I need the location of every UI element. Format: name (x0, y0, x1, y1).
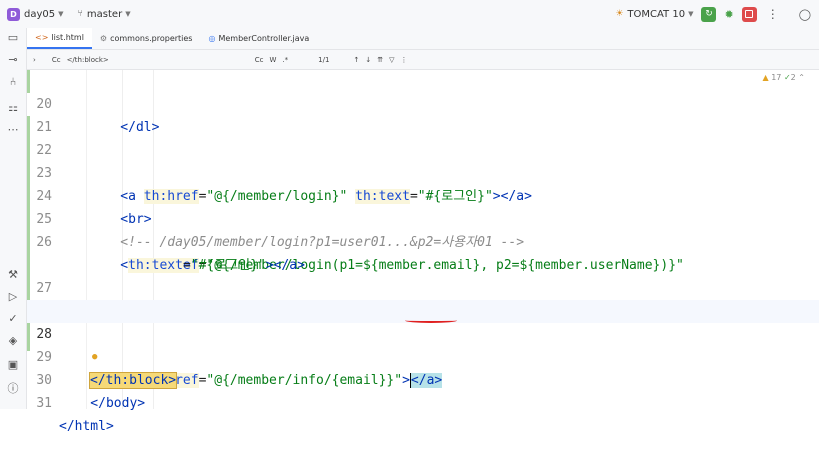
expand-icon[interactable]: › (33, 56, 36, 64)
match-case-toggle[interactable]: Cc (255, 56, 264, 64)
tab-commons-properties[interactable]: ⚙ commons.properties (92, 28, 201, 49)
java-class-icon: ◎ (208, 34, 216, 43)
code-editor[interactable]: ▲ 17 ✓2 ⌃ 20 </dl> 21 22 23 <a th:href="… (27, 70, 819, 434)
chevron-down-icon[interactable]: ▼ (58, 10, 63, 18)
branch-name[interactable]: master (87, 9, 122, 20)
code-line: 27 <a th:href="@{/member/login(p1=*{emai… (27, 254, 819, 319)
search-scope[interactable]: Cc (52, 56, 61, 64)
more-icon[interactable]: ⋮ (767, 7, 779, 21)
line-text: </html> (59, 419, 114, 434)
tomcat-icon: ☀ (615, 9, 624, 19)
code-line: 20 </dl> (27, 70, 819, 135)
pull-request-icon[interactable]: ⑃ (6, 75, 20, 88)
project-badge[interactable]: D (7, 7, 20, 21)
code-line: 29 </th:block> (27, 323, 819, 389)
structure-icon[interactable]: ⚏ (6, 101, 20, 114)
chevron-down-icon[interactable]: ▼ (688, 10, 693, 18)
code-line: 26 <a th:href="@{/member/login(p1=${memb… (27, 208, 819, 273)
user-icon[interactable]: ◯ (799, 8, 811, 21)
tab-label: commons.properties (110, 34, 193, 43)
code-line: 31 </html> (27, 369, 819, 434)
more-icon[interactable]: ⋯ (6, 123, 20, 136)
chevron-down-icon[interactable]: ▼ (125, 10, 130, 18)
line-number: 31 (36, 396, 52, 411)
git-icon[interactable]: ✓ (6, 312, 20, 325)
commit-icon[interactable]: ⊸ (6, 53, 20, 66)
run-config-selector[interactable]: TOMCAT 10 (627, 9, 685, 20)
layers-icon[interactable]: ◈ (6, 334, 20, 347)
whole-word-toggle[interactable]: W (270, 56, 277, 64)
match-count: 1/1 (318, 55, 330, 64)
stop-icon (745, 10, 754, 18)
editor-tabs: <> list.html ⚙ commons.properties ◎ Memb… (27, 28, 819, 50)
arrow-down-icon[interactable]: ↓ (365, 56, 371, 64)
title-bar: D day05 ▼ ⑂ master ▼ ☀ TOMCAT 10 ▼ ↻ ✹ ⋮… (0, 0, 819, 29)
tab-label: MemberController.java (218, 34, 310, 43)
code-line: 24 <br> (27, 162, 819, 227)
code-line: 25 <!-- /day05/member/login?p1=user01...… (27, 185, 819, 250)
more-icon[interactable]: ⋮ (400, 56, 407, 64)
stop-button[interactable] (741, 6, 757, 22)
services-icon[interactable]: ▷ (6, 290, 20, 303)
html-icon: <> (35, 33, 49, 42)
code-line: th:text="#{로그인}"></a> (27, 231, 819, 273)
rerun-icon: ↻ (705, 9, 713, 19)
folder-icon[interactable]: ▭ (6, 31, 20, 44)
multi-select-icon[interactable]: ⇈ (377, 56, 383, 64)
filter-icon[interactable]: ▽ (389, 56, 394, 64)
properties-icon: ⚙ (99, 34, 108, 43)
project-name[interactable]: day05 (24, 9, 55, 20)
tab-label: list.html (51, 33, 84, 42)
tab-list-html[interactable]: <> list.html (27, 28, 92, 49)
code-line: 30 </body> (27, 346, 819, 411)
problems-icon[interactable]: ⓘ (6, 380, 20, 396)
tool-window-strip: ▭ ⊸ ⑃ ⚏ ⋯ ⚒ ▷ ✓ ◈ ▣ ⓘ (0, 28, 27, 409)
search-input[interactable]: </th:block> (67, 56, 109, 64)
terminal-icon[interactable]: ▣ (6, 358, 20, 371)
code-line: 21 (27, 93, 819, 135)
rerun-button[interactable]: ↻ (701, 6, 717, 22)
code-line: }"></a> (27, 277, 819, 319)
tab-member-controller[interactable]: ◎ MemberController.java (200, 28, 317, 49)
code-line: 23 <a th:href="@{/member/login}" th:text… (27, 139, 819, 204)
find-bar: › Cc </th:block> Cc W .* 1/1 ↑ ↓ ⇈ ▽ ⋮ (27, 50, 819, 70)
build-icon[interactable]: ⚒ (6, 268, 20, 281)
code-line: 22 (27, 116, 819, 158)
arrow-up-icon[interactable]: ↑ (353, 56, 359, 64)
line-text: </body> (59, 396, 146, 411)
debug-icon[interactable]: ✹ (724, 8, 733, 21)
regex-toggle[interactable]: .* (282, 56, 288, 64)
git-branch-icon[interactable]: ⑂ (78, 9, 83, 19)
